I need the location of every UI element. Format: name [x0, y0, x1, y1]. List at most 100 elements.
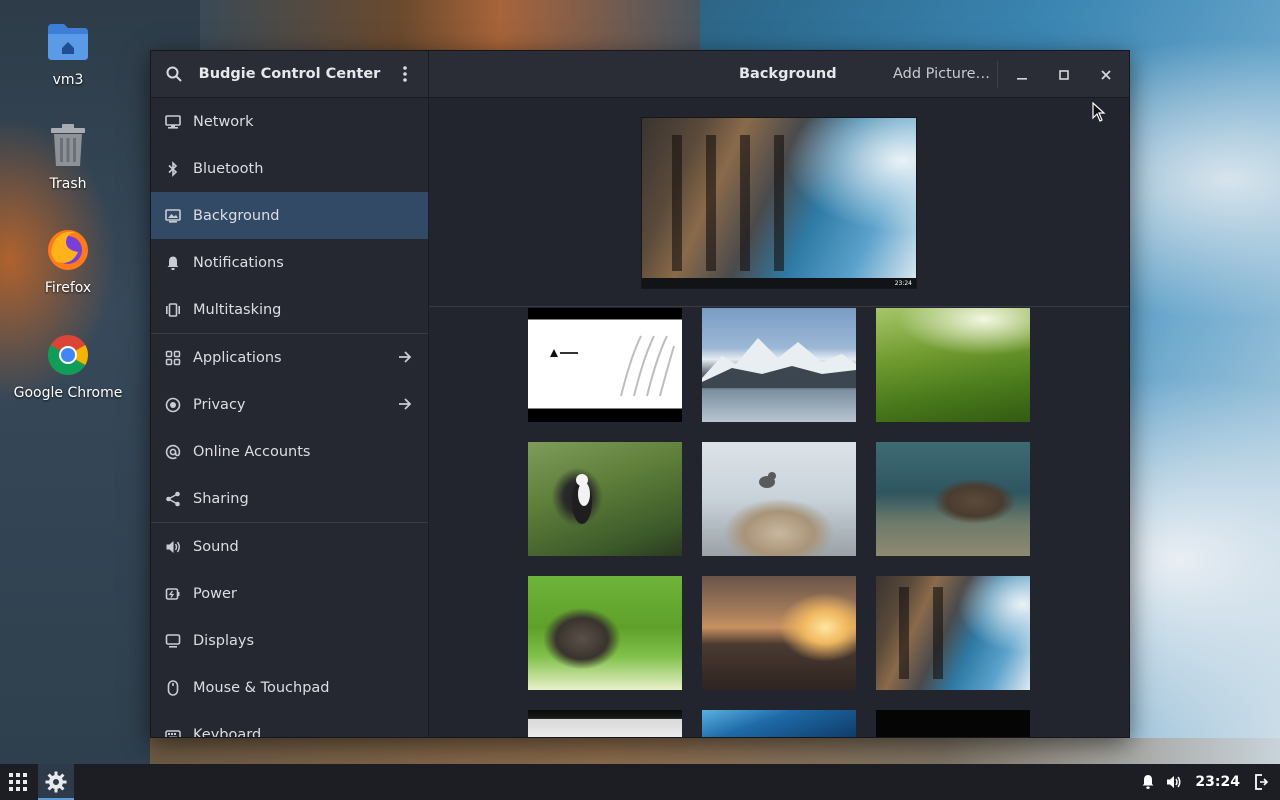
kebab-menu-icon [403, 66, 407, 82]
sidebar-item-label: Privacy [193, 396, 246, 413]
desktop-icon-label: Google Chrome [13, 385, 123, 401]
maximize-icon [1059, 70, 1069, 80]
sidebar-item-label: Applications [193, 349, 282, 366]
control-center-window: Budgie Control Center Network Bluetooth … [150, 50, 1130, 738]
sidebar-item-label: Sound [193, 538, 239, 555]
sidebar-header: Budgie Control Center [151, 51, 428, 98]
bell-icon [164, 254, 182, 272]
minimize-button[interactable] [1010, 63, 1034, 87]
add-picture-button[interactable]: Add Picture… [893, 66, 990, 82]
speaker-icon [1167, 776, 1181, 788]
desktop-icon-trash[interactable]: Trash [8, 122, 128, 192]
sidebar-item-online-accounts[interactable]: Online Accounts [151, 428, 428, 475]
sidebar-item-mouse-touchpad[interactable]: Mouse & Touchpad [151, 664, 428, 711]
wallpaper-thumb-osprey[interactable] [528, 442, 682, 556]
sidebar-item-displays[interactable]: Displays [151, 617, 428, 664]
sidebar-item-label: Power [193, 585, 237, 602]
wallpaper-thumb-colosseum[interactable] [876, 576, 1030, 690]
minimize-icon [1017, 78, 1027, 80]
sidebar-item-label: Bluetooth [193, 160, 264, 177]
wallpaper-thumb-arch-linux[interactable] [528, 308, 682, 422]
content-header: Background Add Picture… [429, 51, 1129, 98]
sidebar-item-label: Notifications [193, 254, 284, 271]
thumb-arches [885, 587, 966, 679]
notification-bell-button[interactable] [1139, 773, 1157, 791]
arch-logo-icon [550, 349, 578, 357]
preview-clock: 23:24 [894, 280, 912, 287]
arrow-right-icon [396, 395, 414, 413]
logout-button[interactable] [1252, 773, 1270, 791]
desktop-icon-label: vm3 [52, 72, 84, 88]
sidebar-nav: Network Bluetooth Background Notificatio… [151, 98, 428, 738]
arrow-right-icon [396, 348, 414, 366]
wallpaper-thumb-tea-hills[interactable] [876, 308, 1030, 422]
sidebar-item-applications[interactable]: Applications [151, 334, 428, 381]
wallpaper-thumb-bird-rock[interactable] [702, 442, 856, 556]
preview-divider [429, 306, 1129, 307]
close-icon [1101, 70, 1111, 80]
maximize-button[interactable] [1052, 63, 1076, 87]
preview-arches [658, 135, 801, 271]
search-button[interactable] [151, 51, 197, 98]
close-button[interactable] [1094, 63, 1118, 87]
desktop-icon-firefox[interactable]: Firefox [8, 226, 128, 296]
sidebar-item-label: Multitasking [193, 301, 282, 318]
taskbar-control-center[interactable] [38, 764, 74, 800]
bell-icon [1142, 775, 1154, 789]
desktop-icon-vm3[interactable]: vm3 [8, 18, 128, 88]
sidebar-item-sound[interactable]: Sound [151, 523, 428, 570]
network-icon [164, 113, 182, 131]
sidebar-item-network[interactable]: Network [151, 98, 428, 145]
wallpaper-thumb-otter[interactable] [876, 442, 1030, 556]
wallpaper-arch-top [200, 0, 700, 52]
desktop-icon-label: Trash [49, 176, 87, 192]
share-icon [164, 490, 182, 508]
sidebar: Budgie Control Center Network Bluetooth … [151, 51, 429, 738]
small-bird-shape [759, 472, 776, 488]
sidebar-item-background[interactable]: Background [151, 192, 428, 239]
wallpaper-thumb-mountain-lake[interactable] [702, 308, 856, 422]
wallpaper-thumb-city-sunset[interactable] [702, 576, 856, 690]
sidebar-item-bluetooth[interactable]: Bluetooth [151, 145, 428, 192]
sidebar-item-multitasking[interactable]: Multitasking [151, 286, 428, 333]
header-divider [997, 61, 998, 88]
sidebar-item-label: Displays [193, 632, 255, 649]
sidebar-item-privacy[interactable]: Privacy [151, 381, 428, 428]
mountain-shape [702, 338, 856, 388]
sidebar-item-label: Keyboard [193, 726, 262, 738]
wallpaper-thumb-black[interactable] [876, 710, 1030, 737]
applications-icon [164, 349, 182, 367]
speaker-icon [164, 538, 182, 556]
wallpaper-ground [150, 738, 1280, 764]
sidebar-item-label: Sharing [193, 490, 249, 507]
bluetooth-icon [164, 160, 182, 178]
sidebar-item-power[interactable]: Power [151, 570, 428, 617]
volume-button[interactable] [1165, 773, 1183, 791]
chrome-icon [44, 331, 92, 379]
sidebar-item-label: Background [193, 207, 280, 224]
wallpaper-thumb-dark-dome[interactable] [528, 710, 682, 737]
logout-icon [1255, 774, 1268, 790]
search-icon [166, 66, 182, 82]
background-icon [164, 207, 182, 225]
desktop-icon-google-chrome[interactable]: Google Chrome [8, 331, 128, 401]
sidebar-item-sharing[interactable]: Sharing [151, 475, 428, 522]
taskbar-clock[interactable]: 23:24 [1195, 774, 1240, 790]
app-menu-button[interactable] [0, 764, 36, 800]
sidebar-item-keyboard[interactable]: Keyboard [151, 711, 428, 738]
desktop-icon-label: Firefox [44, 280, 92, 296]
mouse-icon [164, 679, 182, 697]
sidebar-item-label: Mouse & Touchpad [193, 679, 330, 696]
power-icon [164, 585, 182, 603]
feather-lines-icon [620, 335, 675, 397]
sidebar-title: Budgie Control Center [198, 66, 381, 82]
privacy-icon [164, 396, 182, 414]
background-panel: Background Add Picture… 23:24 [429, 51, 1129, 737]
menu-button[interactable] [382, 51, 428, 98]
multitasking-icon [164, 301, 182, 319]
page-title: Background [739, 66, 837, 82]
sidebar-item-notifications[interactable]: Notifications [151, 239, 428, 286]
wallpaper-thumb-blue[interactable] [702, 710, 856, 737]
mouse-cursor-icon [1092, 102, 1106, 122]
wallpaper-thumb-kitten[interactable] [528, 576, 682, 690]
